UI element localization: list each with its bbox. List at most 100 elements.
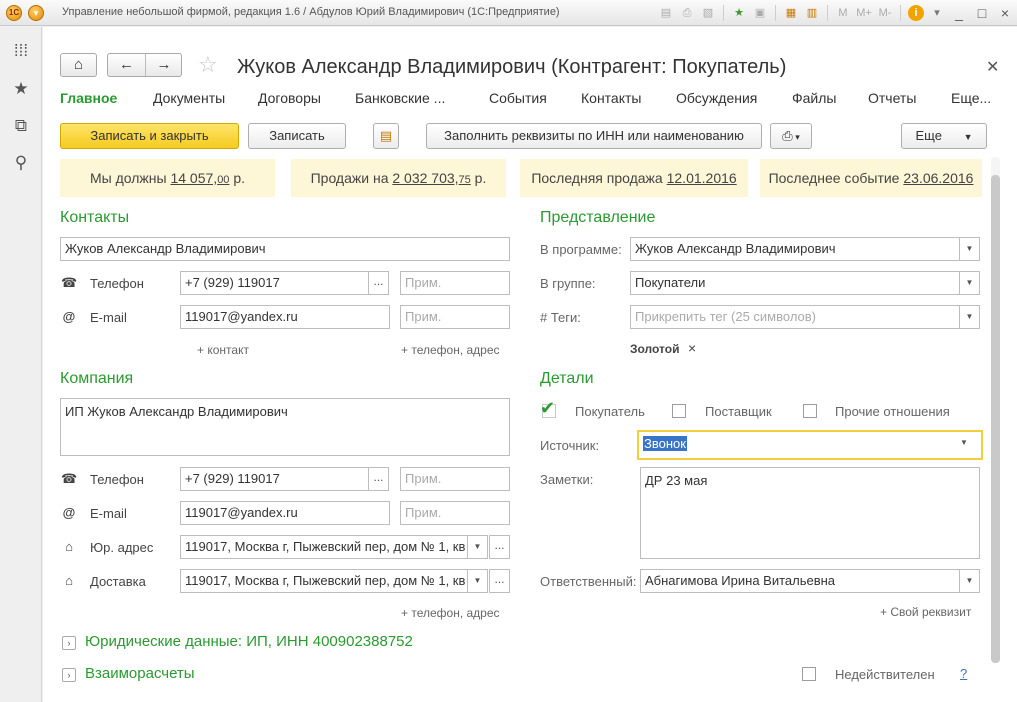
- contact-phone-select-button[interactable]: ...: [368, 271, 389, 295]
- tab-main[interactable]: Главное: [60, 90, 117, 106]
- contact-name-field[interactable]: Жуков Александр Владимирович: [60, 237, 510, 261]
- last-sale-date-link[interactable]: 12.01.2016: [667, 170, 737, 186]
- tab-reports[interactable]: Отчеты: [868, 90, 916, 106]
- legal-address-label: Юр. адрес: [90, 540, 154, 555]
- invalid-checkbox[interactable]: [802, 667, 816, 681]
- own-attribute-link[interactable]: + Свой реквизит: [880, 605, 971, 619]
- tab-files[interactable]: Файлы: [792, 90, 836, 106]
- tag-chip-label: Золотой: [630, 342, 680, 356]
- toolbar-divider: [775, 5, 776, 21]
- calendar-icon[interactable]: ▥: [804, 5, 820, 21]
- save-icon[interactable]: ▤: [658, 5, 674, 21]
- calculator-icon[interactable]: ▦: [783, 5, 799, 21]
- save-and-close-button[interactable]: Записать и закрыть: [60, 123, 239, 149]
- contact-add-phone-address-link[interactable]: + телефон, адрес: [401, 343, 500, 357]
- main-menu-icon[interactable]: ▾: [28, 5, 44, 21]
- last-event-date-link[interactable]: 23.06.2016: [903, 170, 973, 186]
- chevron-down-icon: ▼: [963, 132, 973, 142]
- tags-dropdown-button[interactable]: ▼: [959, 305, 980, 329]
- legal-address-field[interactable]: 119017, Москва г, Пыжевский пер, дом № 1…: [180, 535, 488, 559]
- add-contact-link[interactable]: + контакт: [197, 343, 249, 357]
- supplier-checkbox[interactable]: [672, 404, 686, 418]
- memory-m-icon[interactable]: M: [835, 5, 851, 21]
- responsible-dropdown-button[interactable]: ▼: [959, 569, 980, 593]
- we-owe-amount-link[interactable]: 14 057,00: [170, 170, 229, 186]
- sales-amount-link[interactable]: 2 032 703,75: [392, 170, 470, 186]
- company-phone-label: Телефон: [90, 472, 144, 487]
- legal-address-select-button[interactable]: ...: [489, 535, 510, 559]
- legal-data-expand-icon[interactable]: ›: [62, 636, 76, 650]
- company-add-phone-address-link[interactable]: + телефон, адрес: [401, 606, 500, 620]
- in-program-dropdown-button[interactable]: ▼: [959, 237, 980, 261]
- company-phone-select-button[interactable]: ...: [368, 467, 389, 491]
- company-phone-field[interactable]: +7 (929) 119017: [180, 467, 369, 491]
- print-icon[interactable]: ⎙: [679, 5, 695, 21]
- maximize-button[interactable]: □: [973, 5, 991, 21]
- apps-grid-icon[interactable]: ⁞⁞⁞: [11, 41, 31, 61]
- we-owe-label: Мы должны: [89, 170, 167, 186]
- company-email-field[interactable]: 119017@yandex.ru: [180, 501, 390, 525]
- contact-email-field[interactable]: 119017@yandex.ru: [180, 305, 390, 329]
- tab-contracts[interactable]: Договоры: [258, 90, 321, 106]
- settlements-group-title[interactable]: Взаиморасчеты: [85, 665, 195, 682]
- close-window-button[interactable]: ×: [996, 5, 1014, 21]
- save-button[interactable]: Записать: [248, 123, 346, 149]
- contact-email-note-field[interactable]: Прим.: [400, 305, 510, 329]
- contact-phone-field[interactable]: +7 (929) 119017: [180, 271, 369, 295]
- print-menu-button[interactable]: ⎙ ▾: [770, 123, 812, 149]
- source-dropdown-icon[interactable]: ▼: [960, 438, 968, 447]
- notes-field[interactable]: ДР 23 мая: [640, 467, 980, 559]
- tags-field[interactable]: Прикрепить тег (25 символов): [630, 305, 980, 329]
- minimize-button[interactable]: _: [950, 5, 968, 21]
- company-phone-note-field[interactable]: Прим.: [400, 467, 510, 491]
- tab-documents[interactable]: Документы: [153, 90, 225, 106]
- history-icon[interactable]: ⧉: [11, 116, 31, 136]
- tag-remove-icon[interactable]: ×: [688, 340, 696, 356]
- memory-mplus-icon[interactable]: M+: [856, 5, 872, 21]
- tab-more[interactable]: Еще...: [951, 90, 991, 106]
- tab-contacts[interactable]: Контакты: [581, 90, 641, 106]
- favorite-icon[interactable]: ★: [731, 5, 747, 21]
- search-icon[interactable]: ⚲: [11, 153, 31, 173]
- history-icon[interactable]: ▣: [752, 5, 768, 21]
- scrollbar-thumb[interactable]: [991, 175, 1000, 663]
- group-field[interactable]: Покупатели: [630, 271, 980, 295]
- close-form-icon[interactable]: ✕: [986, 57, 999, 77]
- delivery-address-select-button[interactable]: ...: [489, 569, 510, 593]
- source-field[interactable]: Звонок: [637, 430, 983, 460]
- in-program-field[interactable]: Жуков Александр Владимирович: [630, 237, 980, 261]
- group-dropdown-button[interactable]: ▼: [959, 271, 980, 295]
- favorite-star-icon[interactable]: ☆: [198, 54, 218, 76]
- more-button[interactable]: Еще ▼: [901, 123, 987, 149]
- tab-discussions[interactable]: Обсуждения: [676, 90, 757, 106]
- back-arrow-icon[interactable]: ←: [108, 54, 145, 76]
- toolbar-divider: [900, 5, 901, 21]
- company-name-field[interactable]: ИП Жуков Александр Владимирович: [60, 398, 510, 456]
- company-email-note-field[interactable]: Прим.: [400, 501, 510, 525]
- company-section-title: Компания: [60, 370, 134, 387]
- tab-events[interactable]: События: [489, 90, 547, 106]
- forward-arrow-icon[interactable]: →: [146, 54, 182, 76]
- memory-mminus-icon[interactable]: M-: [877, 5, 893, 21]
- toolbar-divider: [723, 5, 724, 21]
- delivery-address-dropdown-button[interactable]: ▼: [467, 569, 488, 593]
- responsible-field[interactable]: Абнагимова Ирина Витальевна: [640, 569, 980, 593]
- contact-phone-note-field[interactable]: Прим.: [400, 271, 510, 295]
- document-icon[interactable]: ▤: [373, 123, 399, 149]
- favorites-star-icon[interactable]: ★: [11, 79, 31, 99]
- preview-icon[interactable]: ▧: [700, 5, 716, 21]
- info-dropdown-icon[interactable]: ▾: [929, 5, 945, 21]
- legal-address-dropdown-button[interactable]: ▼: [467, 535, 488, 559]
- delivery-address-field[interactable]: 119017, Москва г, Пыжевский пер, дом № 1…: [180, 569, 488, 593]
- app-logo-icon[interactable]: 1С: [6, 5, 22, 21]
- contact-email-label: E-mail: [90, 310, 127, 325]
- other-relations-checkbox[interactable]: [803, 404, 817, 418]
- fill-by-inn-button[interactable]: Заполнить реквизиты по ИНН или наименова…: [426, 123, 762, 149]
- home-button[interactable]: ⌂: [60, 53, 97, 77]
- info-icon[interactable]: i: [908, 5, 924, 21]
- source-label: Источник:: [540, 438, 600, 453]
- tab-bank[interactable]: Банковские ...: [355, 90, 445, 106]
- settlements-expand-icon[interactable]: ›: [62, 668, 76, 682]
- legal-data-group-title[interactable]: Юридические данные: ИП, ИНН 400902388752: [85, 633, 413, 650]
- help-link[interactable]: ?: [960, 666, 967, 681]
